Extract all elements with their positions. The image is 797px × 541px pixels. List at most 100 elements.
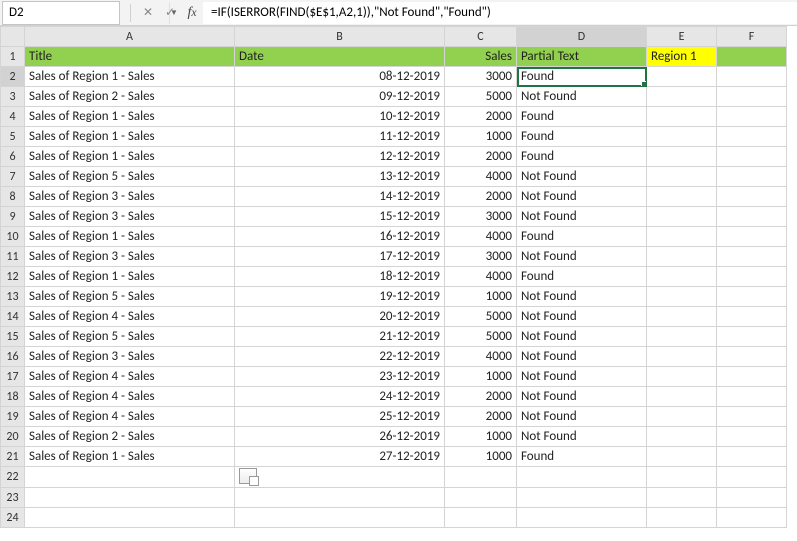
spreadsheet[interactable]: A B C D E F 1TitleDateSalesPartial TextR… xyxy=(0,26,797,528)
cell-blank[interactable] xyxy=(517,488,647,508)
row-header[interactable]: 12 xyxy=(1,267,25,287)
cell-blank[interactable] xyxy=(647,107,717,127)
cell-blank[interactable] xyxy=(647,167,717,187)
cell-partial[interactable]: Found xyxy=(517,67,647,87)
row-header[interactable]: 10 xyxy=(1,227,25,247)
cell-title[interactable]: Sales of Region 1 - Sales xyxy=(25,107,235,127)
row-header[interactable]: 20 xyxy=(1,427,25,447)
cell-partial[interactable]: Not Found xyxy=(517,347,647,367)
cell-blank[interactable] xyxy=(717,247,787,267)
cell-date[interactable]: 17-12-2019 xyxy=(235,247,445,267)
cell-sales[interactable]: 3000 xyxy=(445,207,517,227)
row-header[interactable]: 24 xyxy=(1,508,25,528)
cell-date[interactable]: 20-12-2019 xyxy=(235,307,445,327)
cell-partial[interactable]: Not Found xyxy=(517,307,647,327)
cell-partial[interactable]: Not Found xyxy=(517,387,647,407)
col-header-F[interactable]: F xyxy=(717,27,787,47)
cell-sales-header[interactable]: Sales xyxy=(445,47,517,67)
cell-date[interactable]: 13-12-2019 xyxy=(235,167,445,187)
cell-title[interactable]: Sales of Region 4 - Sales xyxy=(25,407,235,427)
cell-blank[interactable] xyxy=(717,387,787,407)
cell-blank[interactable] xyxy=(647,87,717,107)
cell-blank[interactable] xyxy=(647,187,717,207)
cell-date[interactable]: 22-12-2019 xyxy=(235,347,445,367)
cell-date[interactable]: 09-12-2019 xyxy=(235,87,445,107)
row-header[interactable]: 1 xyxy=(1,47,25,67)
cell-partial[interactable]: Found xyxy=(517,267,647,287)
row-header[interactable]: 18 xyxy=(1,387,25,407)
cell-blank[interactable] xyxy=(647,207,717,227)
row-header[interactable]: 6 xyxy=(1,147,25,167)
cell-title[interactable]: Sales of Region 4 - Sales xyxy=(25,367,235,387)
cell-date-header[interactable]: Date xyxy=(235,47,445,67)
cell-blank[interactable] xyxy=(717,147,787,167)
cell-blank[interactable] xyxy=(647,467,717,488)
row-header[interactable]: 4 xyxy=(1,107,25,127)
cell-title[interactable]: Sales of Region 5 - Sales xyxy=(25,327,235,347)
col-header-C[interactable]: C xyxy=(445,27,517,47)
cancel-icon[interactable]: ✕ xyxy=(139,4,157,22)
cell-blank[interactable] xyxy=(717,307,787,327)
cell-blank[interactable] xyxy=(717,287,787,307)
cell-blank[interactable] xyxy=(235,467,445,488)
row-header[interactable]: 7 xyxy=(1,167,25,187)
cell-title[interactable]: Sales of Region 1 - Sales xyxy=(25,447,235,467)
cell-sales[interactable]: 4000 xyxy=(445,227,517,247)
cell-blank[interactable] xyxy=(717,267,787,287)
cell-title-header[interactable]: Title xyxy=(25,47,235,67)
cell-blank[interactable] xyxy=(235,488,445,508)
row-header[interactable]: 5 xyxy=(1,127,25,147)
cell-title[interactable]: Sales of Region 1 - Sales xyxy=(25,147,235,167)
cell-blank[interactable] xyxy=(647,387,717,407)
cell-partial[interactable]: Not Found xyxy=(517,287,647,307)
cell-blank[interactable] xyxy=(717,47,787,67)
cell-blank[interactable] xyxy=(647,287,717,307)
cell-date[interactable]: 11-12-2019 xyxy=(235,127,445,147)
cell-blank[interactable] xyxy=(647,407,717,427)
cell-title[interactable]: Sales of Region 1 - Sales xyxy=(25,67,235,87)
cell-title[interactable]: Sales of Region 3 - Sales xyxy=(25,207,235,227)
cell-sales[interactable]: 2000 xyxy=(445,147,517,167)
cell-blank[interactable] xyxy=(717,327,787,347)
cell-blank[interactable] xyxy=(235,508,445,528)
cell-blank[interactable] xyxy=(717,427,787,447)
cell-sales[interactable]: 5000 xyxy=(445,87,517,107)
cell-date[interactable]: 24-12-2019 xyxy=(235,387,445,407)
cell-blank[interactable] xyxy=(647,427,717,447)
cell-sales[interactable]: 4000 xyxy=(445,167,517,187)
cell-blank[interactable] xyxy=(717,87,787,107)
cell-blank[interactable] xyxy=(445,467,517,488)
cell-blank[interactable] xyxy=(647,347,717,367)
cell-date[interactable]: 19-12-2019 xyxy=(235,287,445,307)
cell-blank[interactable] xyxy=(647,67,717,87)
row-header[interactable]: 9 xyxy=(1,207,25,227)
cell-blank[interactable] xyxy=(717,227,787,247)
cell-blank[interactable] xyxy=(445,488,517,508)
cell-blank[interactable] xyxy=(717,107,787,127)
cell-sales[interactable]: 2000 xyxy=(445,387,517,407)
cell-blank[interactable] xyxy=(647,227,717,247)
cell-sales[interactable]: 5000 xyxy=(445,307,517,327)
cell-partial[interactable]: Found xyxy=(517,127,647,147)
cell-date[interactable]: 14-12-2019 xyxy=(235,187,445,207)
cell-partial[interactable]: Not Found xyxy=(517,407,647,427)
cell-blank[interactable] xyxy=(517,508,647,528)
cell-title[interactable]: Sales of Region 2 - Sales xyxy=(25,427,235,447)
cell-sales[interactable]: 1000 xyxy=(445,127,517,147)
cell-partial[interactable]: Found xyxy=(517,147,647,167)
cell-blank[interactable] xyxy=(25,467,235,488)
cell-partial[interactable]: Found xyxy=(517,227,647,247)
cell-sales[interactable]: 1000 xyxy=(445,427,517,447)
cell-sales[interactable]: 1000 xyxy=(445,287,517,307)
cell-title[interactable]: Sales of Region 1 - Sales xyxy=(25,227,235,247)
cell-partial[interactable]: Not Found xyxy=(517,427,647,447)
cell-blank[interactable] xyxy=(647,508,717,528)
paste-options-icon[interactable] xyxy=(239,468,257,484)
cell-partial[interactable]: Not Found xyxy=(517,247,647,267)
cell-blank[interactable] xyxy=(717,467,787,488)
formula-bar[interactable] xyxy=(203,2,797,24)
cell-sales[interactable]: 4000 xyxy=(445,267,517,287)
cell-blank[interactable] xyxy=(647,127,717,147)
cell-blank[interactable] xyxy=(25,488,235,508)
cell-sales[interactable]: 3000 xyxy=(445,67,517,87)
